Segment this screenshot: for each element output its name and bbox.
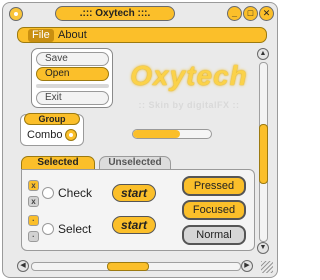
pressed-button[interactable]: Pressed bbox=[182, 176, 246, 196]
list-separator bbox=[36, 84, 109, 88]
minimize-button[interactable]: _ bbox=[227, 6, 242, 21]
group-box: Group Combo bbox=[20, 113, 84, 146]
checkbox-radio-off[interactable]: · bbox=[28, 231, 39, 242]
window-title: .::: Oxytech :::. bbox=[55, 6, 175, 21]
check-label: Check bbox=[58, 186, 93, 200]
start-button[interactable]: start bbox=[112, 184, 156, 202]
window-icon[interactable] bbox=[9, 7, 23, 21]
focused-button[interactable]: Focused bbox=[182, 200, 246, 220]
menu-about[interactable]: About bbox=[58, 29, 87, 42]
logo-subtitle: :: Skin by digitalFX :: bbox=[138, 100, 240, 110]
vertical-scrollbar[interactable]: ▲ ▼ bbox=[256, 48, 270, 254]
progress-fill bbox=[133, 130, 180, 138]
checkbox-radio-on[interactable]: · bbox=[28, 215, 39, 226]
group-title: Group bbox=[24, 113, 80, 125]
tab-unselected[interactable]: Unselected bbox=[99, 156, 171, 170]
title-bar[interactable]: .::: Oxytech :::. _ □ ✕ bbox=[7, 6, 274, 22]
combo-dropdown-button[interactable] bbox=[65, 129, 77, 141]
maximize-button[interactable]: □ bbox=[243, 6, 258, 21]
menu-file[interactable]: File bbox=[28, 29, 54, 42]
list-item-save[interactable]: Save bbox=[36, 52, 109, 66]
scroll-right-icon[interactable]: ▶ bbox=[241, 260, 253, 272]
check-radio[interactable] bbox=[42, 187, 54, 199]
scroll-up-icon[interactable]: ▲ bbox=[257, 48, 269, 60]
horizontal-scrollbar[interactable]: ◀ ▶ bbox=[17, 259, 253, 273]
normal-button[interactable]: Normal bbox=[182, 225, 246, 245]
skin-window: .::: Oxytech :::. _ □ ✕ File About Save … bbox=[2, 2, 278, 278]
resize-grip-icon[interactable] bbox=[261, 261, 273, 273]
menu-bar: File About bbox=[17, 27, 267, 43]
list-item-open[interactable]: Open bbox=[36, 67, 109, 81]
start-button-focused[interactable]: start bbox=[112, 216, 156, 234]
scroll-down-icon[interactable]: ▼ bbox=[257, 242, 269, 254]
list-box: Save Open Exit bbox=[31, 48, 113, 108]
tab-panel: x x Check · · Select start start Pressed… bbox=[21, 169, 255, 251]
close-button[interactable]: ✕ bbox=[259, 6, 274, 21]
checkbox-disabled[interactable]: x bbox=[28, 196, 39, 207]
checkbox-checked[interactable]: x bbox=[28, 180, 39, 191]
logo-text: Oxytech bbox=[130, 60, 248, 91]
select-radio[interactable] bbox=[42, 223, 54, 235]
list-item-exit[interactable]: Exit bbox=[36, 91, 109, 105]
progress-bar bbox=[132, 129, 212, 139]
horizontal-scroll-thumb[interactable] bbox=[107, 262, 149, 271]
vertical-scroll-thumb[interactable] bbox=[259, 124, 268, 184]
scroll-left-icon[interactable]: ◀ bbox=[17, 260, 29, 272]
select-label: Select bbox=[58, 222, 92, 236]
tab-selected[interactable]: Selected bbox=[21, 156, 95, 170]
combo-label: Combo bbox=[27, 129, 63, 141]
